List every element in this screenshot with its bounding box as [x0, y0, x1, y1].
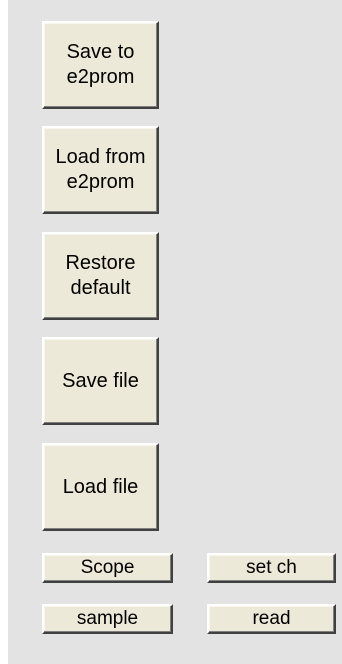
- read-button[interactable]: read: [207, 604, 336, 634]
- scope-button[interactable]: Scope: [42, 553, 173, 583]
- load-file-button[interactable]: Load file: [42, 443, 159, 531]
- restore-default-button[interactable]: Restore default: [42, 232, 159, 320]
- sample-button[interactable]: sample: [42, 604, 173, 634]
- save-file-button[interactable]: Save file: [42, 337, 159, 425]
- control-panel: Save to e2prom Load from e2prom Restore …: [0, 0, 342, 664]
- set-ch-button[interactable]: set ch: [207, 553, 336, 583]
- load-from-e2prom-button[interactable]: Load from e2prom: [42, 126, 159, 214]
- save-to-e2prom-button[interactable]: Save to e2prom: [42, 21, 159, 109]
